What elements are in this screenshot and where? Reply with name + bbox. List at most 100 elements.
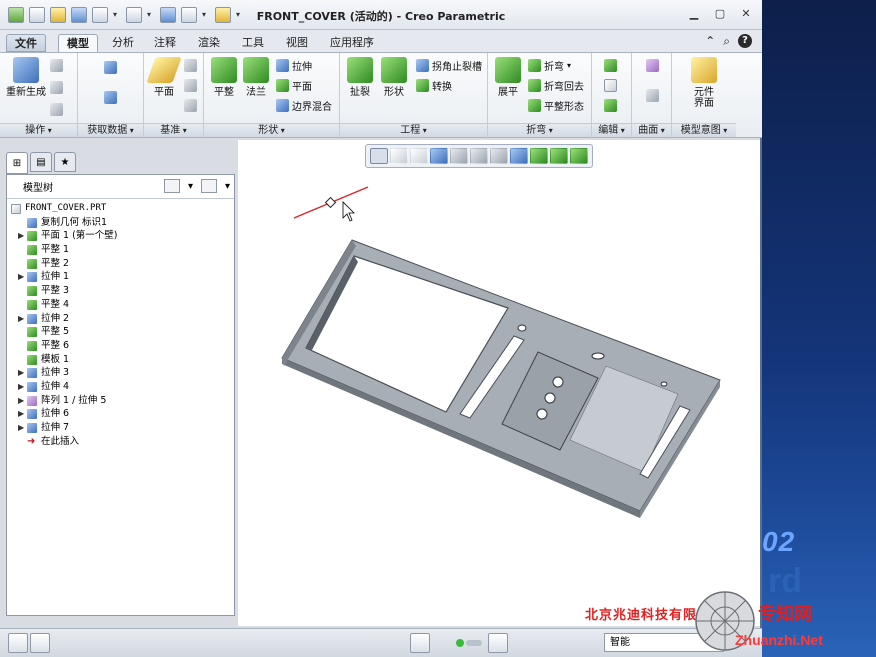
saved-orientations-icon[interactable] [470,148,488,164]
tree-item[interactable]: FRONT_COVER.PRT [7,202,234,216]
corner-relief-button[interactable]: 拐角止裂槽 [416,57,482,73]
tree-item[interactable]: 平整 2 [7,257,234,271]
tab-tools[interactable]: 工具 [234,34,272,52]
fill-button[interactable] [646,57,659,73]
expand-arrow-icon[interactable]: ▶ [18,394,24,408]
tab-applications[interactable]: 应用程序 [322,34,382,52]
tree-item[interactable]: ▶ 平面 1 (第一个壁) [7,229,234,243]
copy-geometry-button[interactable] [104,89,117,105]
extrude-button[interactable]: 拉伸 [276,57,312,73]
zoom-in-icon[interactable] [390,148,408,164]
expand-arrow-icon[interactable]: ▶ [18,407,24,421]
maximize-icon[interactable]: ▢ [714,8,726,20]
delete-button[interactable] [50,101,63,117]
search-icon[interactable]: ⌕ [723,34,730,49]
tab-render[interactable]: 渲染 [190,34,228,52]
flange-button[interactable]: 法兰 [238,57,274,98]
folder-browser-tab-icon[interactable]: ▤ [30,152,52,172]
group-label-bends[interactable]: 折弯 [488,123,591,137]
show-navigator-icon[interactable] [8,633,28,653]
show-browser-icon[interactable] [30,633,50,653]
minimize-icon[interactable]: ▁ [688,8,700,20]
tree-item[interactable]: 平整 4 [7,298,234,312]
paste-button[interactable] [50,79,63,95]
form-button[interactable]: 形状 [376,57,412,98]
tab-model[interactable]: 模型 [58,34,98,52]
expand-arrow-icon[interactable]: ▶ [18,366,24,380]
insert-here-marker[interactable]: ➜ 在此插入 [7,435,234,449]
expand-arrow-icon[interactable]: ▶ [18,270,24,284]
tab-analysis[interactable]: 分析 [104,34,142,52]
group-label-operations[interactable]: 操作 [0,123,77,137]
tree-item[interactable]: 平整 1 [7,243,234,257]
close-icon[interactable]: ✕ [740,8,752,20]
user-defined-feature-button[interactable] [104,59,117,75]
tree-item[interactable]: 平整 3 [7,284,234,298]
find-icon[interactable] [488,633,508,653]
tree-settings-dropdown-icon[interactable]: ▾ [188,181,193,192]
regenerate-status-icon[interactable] [410,633,430,653]
mirror-button[interactable] [604,57,617,73]
bend-button[interactable]: 折弯 ▾ [528,57,571,73]
tree-item[interactable]: ▶ 拉伸 1 [7,270,234,284]
datum-plane-button[interactable]: 平面 [146,57,182,98]
datum-plane-handle[interactable] [324,196,337,209]
convert-button[interactable]: 转换 [416,77,452,93]
tree-item[interactable]: 复制几何 标识1 [7,216,234,230]
offset-button[interactable] [604,77,617,93]
group-label-surfaces[interactable]: 曲面 [632,123,671,137]
refit-icon[interactable] [370,148,388,164]
view-manager-icon[interactable] [490,148,508,164]
model-tree-tab-icon[interactable]: ⊞ [6,152,28,174]
flat-wall-button[interactable]: 平整 [206,57,242,98]
tree-item[interactable]: 平整 6 [7,339,234,353]
help-icon[interactable]: ? [738,34,752,48]
regenerate-button[interactable]: 重新生成 [6,57,46,98]
appearance-icon[interactable] [570,148,588,164]
tree-item[interactable]: 平整 5 [7,325,234,339]
planar-button[interactable]: 平面 [276,77,312,93]
rip-button[interactable]: 扯裂 [342,57,378,98]
datum-display-filters-icon[interactable] [510,148,528,164]
group-label-engineering[interactable]: 工程 [340,123,487,137]
tree-item[interactable]: ▶ 拉伸 6 [7,407,234,421]
unbend-button[interactable]: 展平 [490,57,526,98]
bend-back-button[interactable]: 折弯回去 [528,77,584,93]
tree-item[interactable]: ▶ 拉伸 2 [7,312,234,326]
group-label-shapes[interactable]: 形状 [204,123,339,137]
expand-arrow-icon[interactable]: ▶ [18,421,24,435]
tree-show-dropdown-icon[interactable]: ▾ [225,181,230,192]
datum-axis-button[interactable] [184,77,197,93]
tree-show-icon[interactable] [200,179,217,193]
tree-item[interactable]: ▶ 拉伸 4 [7,380,234,394]
repaint-icon[interactable] [430,148,448,164]
front-cover-part[interactable] [281,239,721,518]
favorites-tab-icon[interactable]: ★ [54,152,76,172]
expand-arrow-icon[interactable]: ▶ [18,312,24,326]
tree-item[interactable]: ▶ 拉伸 7 [7,421,234,435]
tree-settings-icon[interactable] [163,179,180,193]
merge-button[interactable] [604,97,617,113]
collapse-ribbon-icon[interactable]: ⌃ [705,34,715,49]
expand-arrow-icon[interactable]: ▶ [18,380,24,394]
graphics-window[interactable] [238,140,760,626]
group-label-model-intent[interactable]: 模型意图 [672,123,736,137]
flat-state-button[interactable]: 平整形态 [528,97,584,113]
display-style-icon[interactable] [450,148,468,164]
spin-center-icon[interactable] [530,148,548,164]
group-label-get-data[interactable]: 获取数据 [78,123,143,137]
group-label-editing[interactable]: 编辑 [592,123,631,137]
tree-item[interactable]: ▶ 阵列 1 / 拉伸 5 [7,394,234,408]
component-interface-button[interactable]: 元件 界面 [686,57,722,109]
zoom-out-icon[interactable] [410,148,428,164]
annotation-display-icon[interactable] [550,148,568,164]
coordinate-system-button[interactable] [184,97,197,113]
tree-item[interactable]: ▶ 拉伸 3 [7,366,234,380]
boundary-blend-button[interactable]: 边界混合 [276,97,332,113]
tree-item[interactable]: 模板 1 [7,353,234,367]
style-button[interactable] [646,87,659,103]
datum-point-button[interactable] [184,57,197,73]
group-label-datum[interactable]: 基准 [144,123,203,137]
copy-button[interactable] [50,57,63,73]
tab-file[interactable]: 文件 [6,34,46,52]
